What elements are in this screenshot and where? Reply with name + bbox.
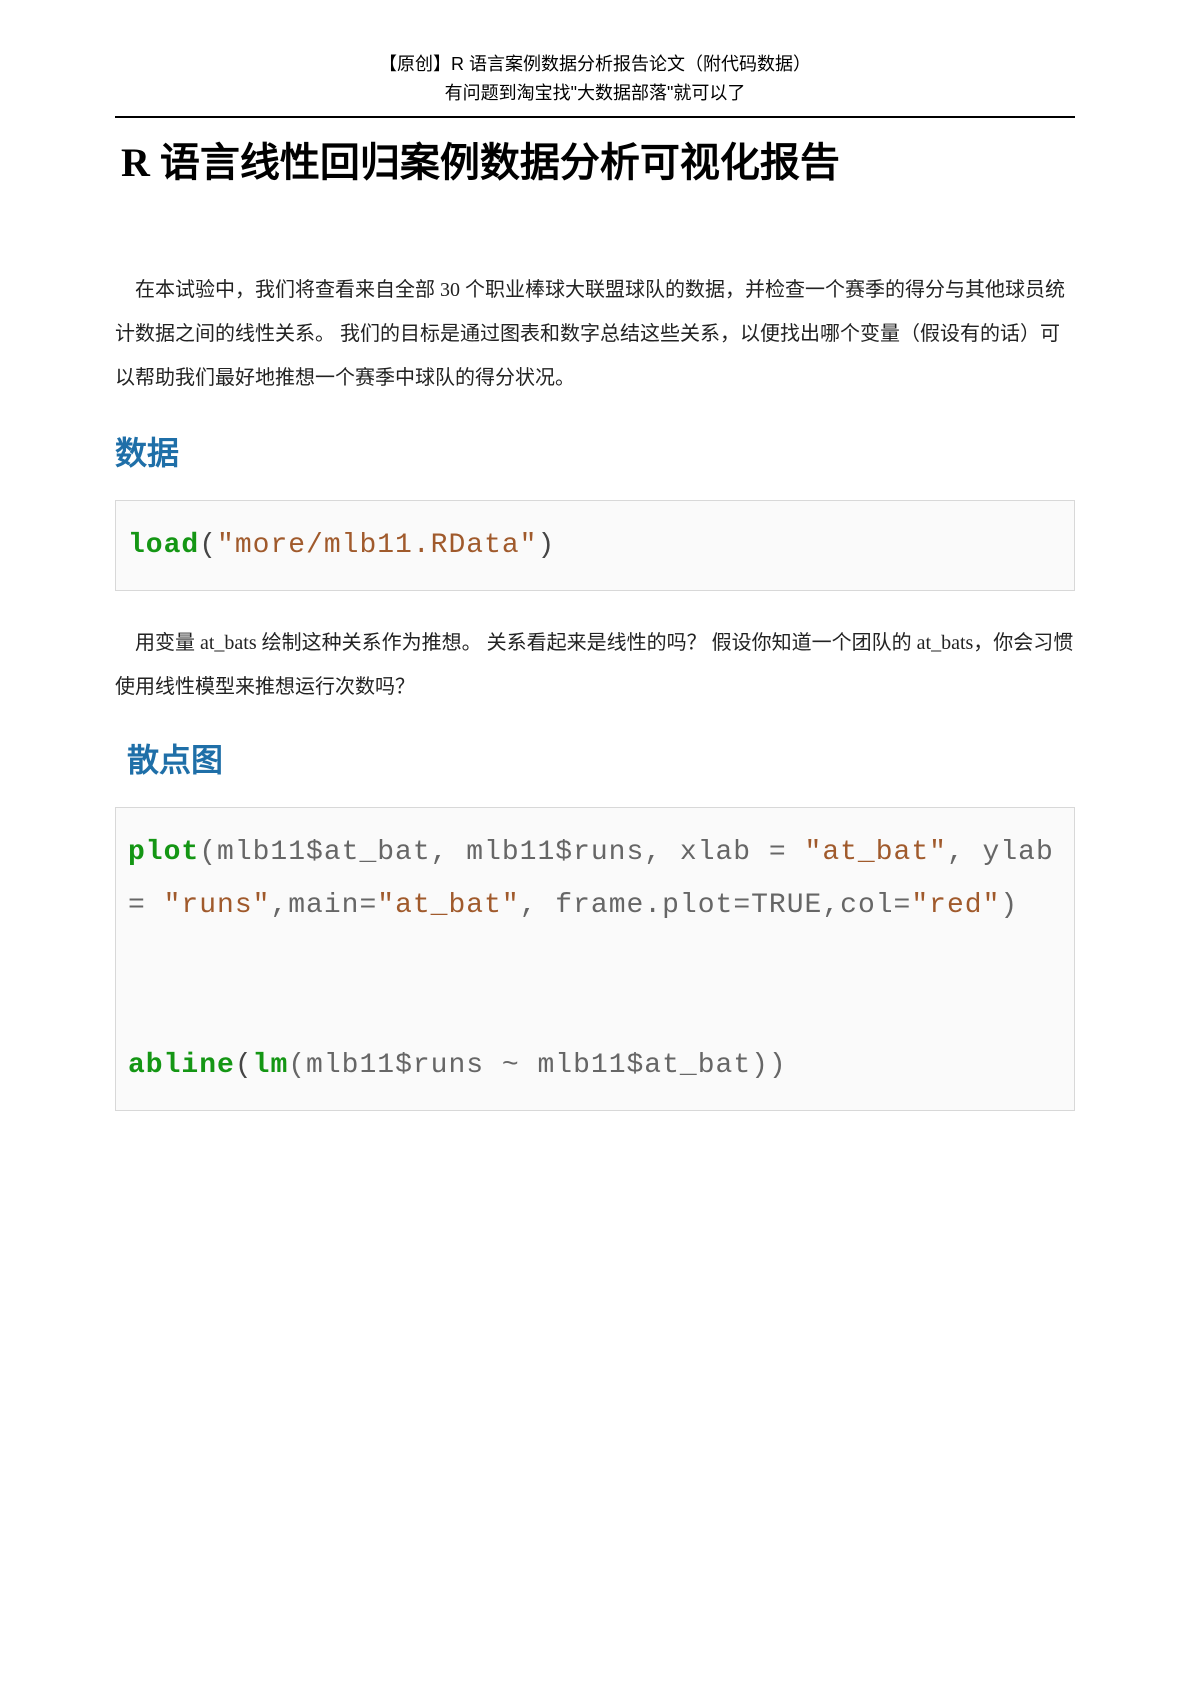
code-paren: ( xyxy=(235,1050,253,1081)
page-header: 【原创】R 语言案例数据分析报告论文（附代码数据） 有问题到淘宝找"大数据部落"… xyxy=(115,50,1075,108)
code-string: "red" xyxy=(911,890,1000,921)
code-args: ) xyxy=(1000,890,1018,921)
code-paren: ) xyxy=(537,530,555,561)
header-rule xyxy=(115,116,1075,118)
code-args: ,main= xyxy=(270,890,377,921)
code-keyword-lm: lm xyxy=(253,1050,289,1081)
document-title: R 语言线性回归案例数据分析可视化报告 xyxy=(115,130,1075,188)
code-string: "at_bat" xyxy=(377,890,519,921)
code-keyword-load: load xyxy=(128,530,199,561)
section-heading-data: 数据 xyxy=(115,428,1075,474)
code-paren: ( xyxy=(199,530,217,561)
section-heading-scatter: 散点图 xyxy=(115,735,1075,781)
header-line-2: 有问题到淘宝找"大数据部落"就可以了 xyxy=(115,79,1075,108)
code-args: (mlb11$runs ~ mlb11$at_bat)) xyxy=(288,1050,786,1081)
code-args: , frame.plot=TRUE,col= xyxy=(520,890,912,921)
code-args: (mlb11$at_bat, mlb11$runs, xlab = xyxy=(199,837,804,868)
code-string: "runs" xyxy=(164,890,271,921)
header-line-1: 【原创】R 语言案例数据分析报告论文（附代码数据） xyxy=(115,50,1075,79)
code-string: "more/mlb11.RData" xyxy=(217,530,537,561)
code-string: "at_bat" xyxy=(805,837,947,868)
code-keyword-plot: plot xyxy=(128,837,199,868)
code-keyword-abline: abline xyxy=(128,1050,235,1081)
code-block-load: load("more/mlb11.RData") xyxy=(115,500,1075,591)
intro-paragraph: 在本试验中，我们将查看来自全部 30 个职业棒球大联盟球队的数据，并检查一个赛季… xyxy=(115,268,1075,400)
code-block-plot: plot(mlb11$at_bat, mlb11$runs, xlab = "a… xyxy=(115,807,1075,1111)
body-paragraph: 用变量 at_bats 绘制这种关系作为推想。 关系看起来是线性的吗？ 假设你知… xyxy=(115,621,1075,709)
